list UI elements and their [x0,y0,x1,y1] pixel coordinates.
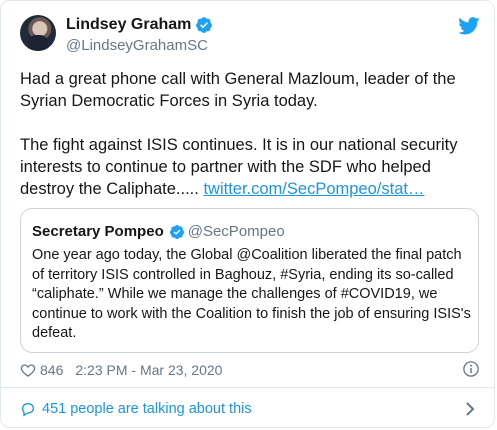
quoted-author-name: Secretary Pompeo [32,223,164,240]
quoted-verified-badge-icon [169,224,184,239]
quoted-tweet-text: One year ago today, the Global @Coalitio… [32,247,471,341]
chevron-right-icon[interactable] [465,401,475,417]
author-name-row[interactable]: Lindsey Graham [66,16,213,34]
comment-icon [21,403,35,417]
heart-icon[interactable] [20,362,36,378]
author-handle[interactable]: @LindseyGrahamSC [66,37,208,54]
tweet-card: Lindsey Graham @LindseyGrahamSC Had a gr… [0,0,495,428]
quoted-tweet-header: Secretary Pompeo @SecPompeo [32,223,285,240]
like-count[interactable]: 846 [40,362,63,378]
tweet-paragraph-2: The fight against ISIS continues. It is … [20,134,482,200]
quoted-tweet[interactable]: Secretary Pompeo @SecPompeo One year ago… [20,208,479,353]
conversation-link[interactable]: 451 people are talking about this [20,398,480,420]
tweet-body: Had a great phone call with General Mazl… [20,68,482,222]
info-icon[interactable] [462,360,480,378]
tweet-meta: 846 2:23 PM - Mar 23, 2020 [20,360,480,380]
footer-divider [1,387,494,388]
avatar[interactable] [20,15,56,51]
tweet-header: Lindsey Graham @LindseyGrahamSC [20,15,480,61]
conversation-label[interactable]: 451 people are talking about this [42,401,252,417]
verified-badge-icon [196,17,213,33]
quoted-author-handle: @SecPompeo [187,223,285,240]
tweet-paragraph-1: Had a great phone call with General Mazl… [20,70,456,110]
quoted-tweet-link[interactable]: twitter.com/SecPompeo/stat… [203,180,424,198]
author-name[interactable]: Lindsey Graham [66,16,191,34]
tweet-timestamp[interactable]: 2:23 PM - Mar 23, 2020 [75,362,222,378]
twitter-bird-icon[interactable] [458,17,480,35]
